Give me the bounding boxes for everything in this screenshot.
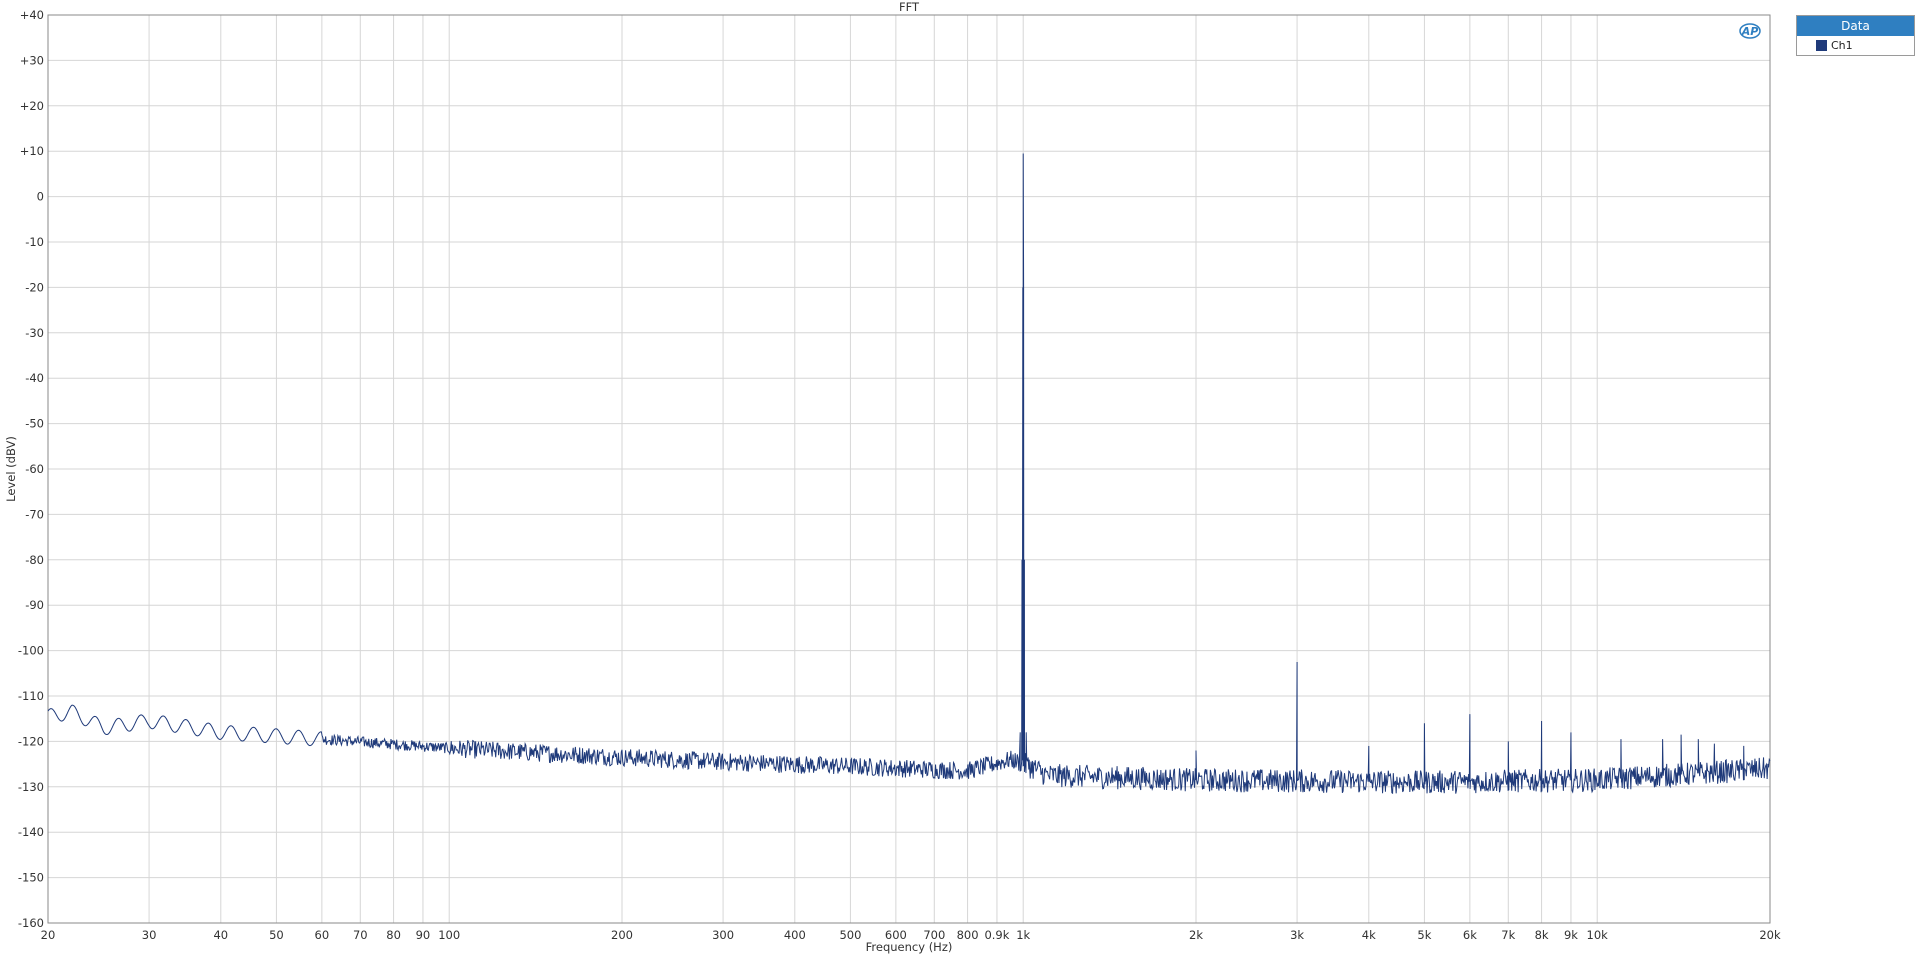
x-tick-label: 7k [1501,928,1515,942]
legend-label-ch1: Ch1 [1831,39,1853,52]
y-tick-label: +40 [20,8,44,22]
x-tick-label: 0.9k [984,928,1009,942]
x-tick-label: 4k [1362,928,1376,942]
y-tick-label: -30 [25,326,44,340]
x-tick-label: 200 [611,928,633,942]
y-tick-label: +30 [20,53,44,67]
x-tick-label: 9k [1564,928,1578,942]
x-tick-label: 10k [1587,928,1609,942]
y-tick-label: 0 [37,190,44,204]
y-tick-label: -80 [25,553,44,567]
logo-text: AP [1741,25,1759,38]
x-tick-label: 20 [41,928,56,942]
x-tick-label: 500 [839,928,861,942]
y-axis-title: Level (dBV) [4,436,18,502]
y-tick-label: -40 [25,371,44,385]
x-tick-label: 90 [416,928,431,942]
x-tick-label: 70 [353,928,368,942]
x-tick-label: 60 [315,928,330,942]
legend[interactable]: Data Ch1 [1796,15,1915,56]
y-tick-label: +20 [20,99,44,113]
x-tick-label: 100 [438,928,460,942]
legend-swatch-ch1 [1816,40,1827,51]
y-tick-label: -110 [18,689,44,703]
x-tick-label: 2k [1189,928,1203,942]
x-tick-label: 5k [1417,928,1431,942]
x-tick-label: 8k [1535,928,1549,942]
x-tick-label: 80 [386,928,401,942]
y-tick-label: -140 [18,825,44,839]
x-tick-label: 6k [1463,928,1477,942]
y-tick-label: -50 [25,417,44,431]
x-tick-label: 50 [269,928,284,942]
x-tick-label: 40 [213,928,228,942]
legend-title: Data [1797,16,1914,36]
x-tick-label: 30 [142,928,157,942]
x-tick-label: 20k [1759,928,1781,942]
x-tick-label: 1k [1016,928,1030,942]
y-tick-label: -20 [25,280,44,294]
y-tick-label: -120 [18,734,44,748]
y-tick-label: +10 [20,144,44,158]
y-tick-label: -100 [18,644,44,658]
x-tick-label: 800 [957,928,979,942]
y-tick-label: -10 [25,235,44,249]
y-tick-label: -60 [25,462,44,476]
x-tick-label: 400 [784,928,806,942]
x-tick-label: 3k [1290,928,1304,942]
y-tick-label: -90 [25,598,44,612]
y-tick-label: -70 [25,507,44,521]
fft-chart: +40 +30 +20 +10 0 -10 -20 -30 -40 -50 -60 -70 -80 -90… [0,0,1918,957]
y-tick-label: -130 [18,780,44,794]
ap-logo-icon: AP [1739,23,1761,39]
y-tick-label: -150 [18,871,44,885]
chart-title: FFT [899,0,920,14]
x-tick-label: 300 [712,928,734,942]
x-axis-title: Frequency (Hz) [866,940,953,954]
legend-item-ch1[interactable]: Ch1 [1797,36,1914,55]
